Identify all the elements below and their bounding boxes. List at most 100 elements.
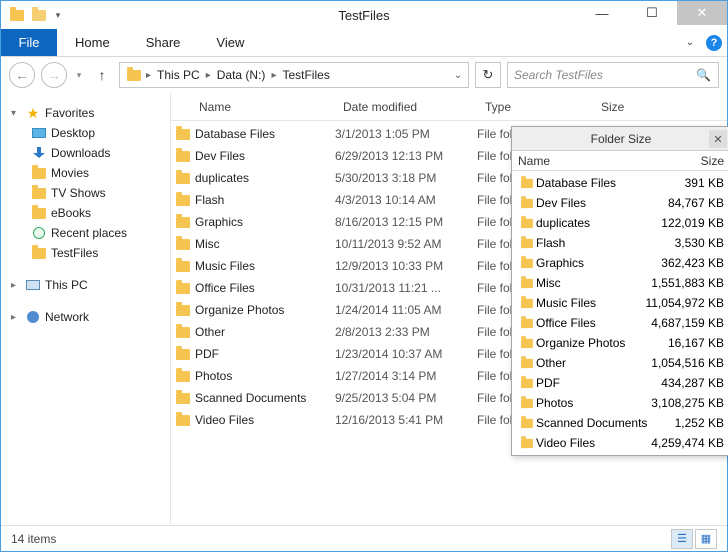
chevron-right-icon[interactable]: ▸ [269, 70, 278, 81]
favorites-star-icon: ★ [25, 105, 41, 121]
sidebar-item-network[interactable]: ▸ Network [5, 307, 166, 327]
folder-size-row[interactable]: Other1,054,516 KB [512, 353, 728, 373]
collapse-icon[interactable]: ▾ [11, 108, 21, 119]
fs-name: Photos [536, 396, 647, 410]
file-tab[interactable]: File [1, 29, 57, 56]
forward-button[interactable]: → [41, 62, 67, 88]
folder-size-row[interactable]: Flash3,530 KB [512, 233, 728, 253]
file-name: duplicates [195, 171, 335, 185]
fs-col-size[interactable]: Size [701, 154, 724, 168]
fs-size: 434,287 KB [657, 376, 724, 390]
folder-size-row[interactable]: Scanned Documents1,252 KB [512, 413, 728, 433]
crumb-folder[interactable]: TestFiles [278, 68, 333, 82]
maximize-button[interactable]: ☐ [627, 1, 677, 25]
tab-share[interactable]: Share [128, 29, 199, 56]
fs-col-name[interactable]: Name [518, 154, 701, 168]
folder-icon [518, 418, 536, 429]
ribbon: File Home Share View ⌄ ? [1, 29, 727, 57]
folder-size-row[interactable]: duplicates122,019 KB [512, 213, 728, 233]
close-button[interactable]: ✕ [677, 1, 727, 25]
folder-size-row[interactable]: Music Files11,054,972 KB [512, 293, 728, 313]
thumbnails-view-button[interactable]: ▦ [695, 529, 717, 549]
sidebar-item-this-pc[interactable]: ▸ This PC [5, 275, 166, 295]
details-view-button[interactable]: ☰ [671, 529, 693, 549]
folder-size-close-button[interactable]: ✕ [709, 130, 727, 148]
folder-size-row[interactable]: Database Files391 KB [512, 173, 728, 193]
folder-size-row[interactable]: Misc1,551,883 KB [512, 273, 728, 293]
file-name: Music Files [195, 259, 335, 273]
fs-name: Other [536, 356, 647, 370]
fs-name: Scanned Documents [536, 416, 671, 430]
tab-view[interactable]: View [198, 29, 262, 56]
file-name: Other [195, 325, 335, 339]
folder-size-row[interactable]: Office Files4,687,159 KB [512, 313, 728, 333]
folder-icon [171, 415, 195, 426]
folder-icon [171, 151, 195, 162]
collapse-ribbon-icon[interactable]: ⌄ [679, 29, 701, 56]
refresh-button[interactable]: ↻ [475, 62, 501, 88]
sidebar-item-testfiles[interactable]: TestFiles [5, 243, 166, 263]
folder-icon [518, 238, 536, 249]
crumb-drive[interactable]: Data (N:) [213, 68, 270, 82]
folder-size-title-bar[interactable]: Folder Size ✕ [512, 127, 728, 151]
fs-size: 11,054,972 KB [641, 296, 724, 310]
help-icon: ? [706, 35, 722, 51]
folder-icon [171, 283, 195, 294]
folder-size-row[interactable]: PDF434,287 KB [512, 373, 728, 393]
history-dropdown-icon[interactable]: ▾ [73, 70, 85, 81]
fs-size: 16,167 KB [664, 336, 724, 350]
file-name: PDF [195, 347, 335, 361]
fs-size: 1,252 KB [671, 416, 724, 430]
item-count: 14 items [11, 532, 56, 546]
folder-size-row[interactable]: Dev Files84,767 KB [512, 193, 728, 213]
recent-places-icon [31, 225, 47, 241]
sidebar-item-ebooks[interactable]: eBooks [5, 203, 166, 223]
folder-icon [518, 198, 536, 209]
minimize-button[interactable]: — [577, 1, 627, 25]
folder-size-row[interactable]: Video Files4,259,474 KB [512, 433, 728, 453]
back-button[interactable]: ← [9, 62, 35, 88]
chevron-right-icon[interactable]: ▸ [204, 70, 213, 81]
folder-size-row[interactable]: Graphics362,423 KB [512, 253, 728, 273]
folder-icon [518, 378, 536, 389]
folder-icon [171, 305, 195, 316]
folder-size-row[interactable]: Photos3,108,275 KB [512, 393, 728, 413]
address-bar[interactable]: ▸ This PC ▸ Data (N:) ▸ TestFiles ⌄ [119, 62, 469, 88]
address-dropdown-icon[interactable]: ⌄ [448, 70, 468, 81]
sidebar-item-movies[interactable]: Movies [5, 163, 166, 183]
favorites-header[interactable]: ▾ ★ Favorites [5, 103, 166, 123]
tab-home[interactable]: Home [57, 29, 128, 56]
fs-size: 4,259,474 KB [647, 436, 724, 450]
sidebar-item-desktop[interactable]: Desktop [5, 123, 166, 143]
navigation-pane: ▾ ★ Favorites Desktop Downloads Movies T… [1, 93, 171, 525]
qat-dropdown-icon[interactable]: ▾ [51, 5, 65, 25]
sidebar-item-recent[interactable]: Recent places [5, 223, 166, 243]
search-input[interactable]: Search TestFiles 🔍 [507, 62, 719, 88]
folder-icon [171, 393, 195, 404]
file-date: 4/3/2013 10:14 AM [335, 193, 477, 207]
column-name[interactable]: Name [171, 100, 335, 114]
folder-size-row[interactable]: Organize Photos16,167 KB [512, 333, 728, 353]
crumb-this-pc[interactable]: This PC [153, 68, 204, 82]
folder-size-list: Database Files391 KBDev Files84,767 KBdu… [512, 171, 728, 455]
column-size[interactable]: Size [593, 100, 727, 114]
folder-icon [31, 165, 47, 181]
column-type[interactable]: Type [477, 100, 593, 114]
window-controls: — ☐ ✕ [577, 1, 727, 25]
folder-icon [31, 245, 47, 261]
sidebar-item-downloads[interactable]: Downloads [5, 143, 166, 163]
expand-icon[interactable]: ▸ [11, 280, 21, 291]
new-folder-icon[interactable] [29, 5, 49, 25]
file-name: Organize Photos [195, 303, 335, 317]
file-date: 1/23/2014 10:37 AM [335, 347, 477, 361]
expand-icon[interactable]: ▸ [11, 312, 21, 323]
fs-name: Database Files [536, 176, 681, 190]
help-button[interactable]: ? [701, 29, 727, 56]
chevron-right-icon[interactable]: ▸ [144, 70, 153, 81]
sidebar-item-tvshows[interactable]: TV Shows [5, 183, 166, 203]
column-date[interactable]: Date modified [335, 100, 477, 114]
properties-icon[interactable] [7, 5, 27, 25]
up-button[interactable]: ↑ [91, 64, 113, 86]
fs-name: Misc [536, 276, 647, 290]
file-date: 12/9/2013 10:33 PM [335, 259, 477, 273]
